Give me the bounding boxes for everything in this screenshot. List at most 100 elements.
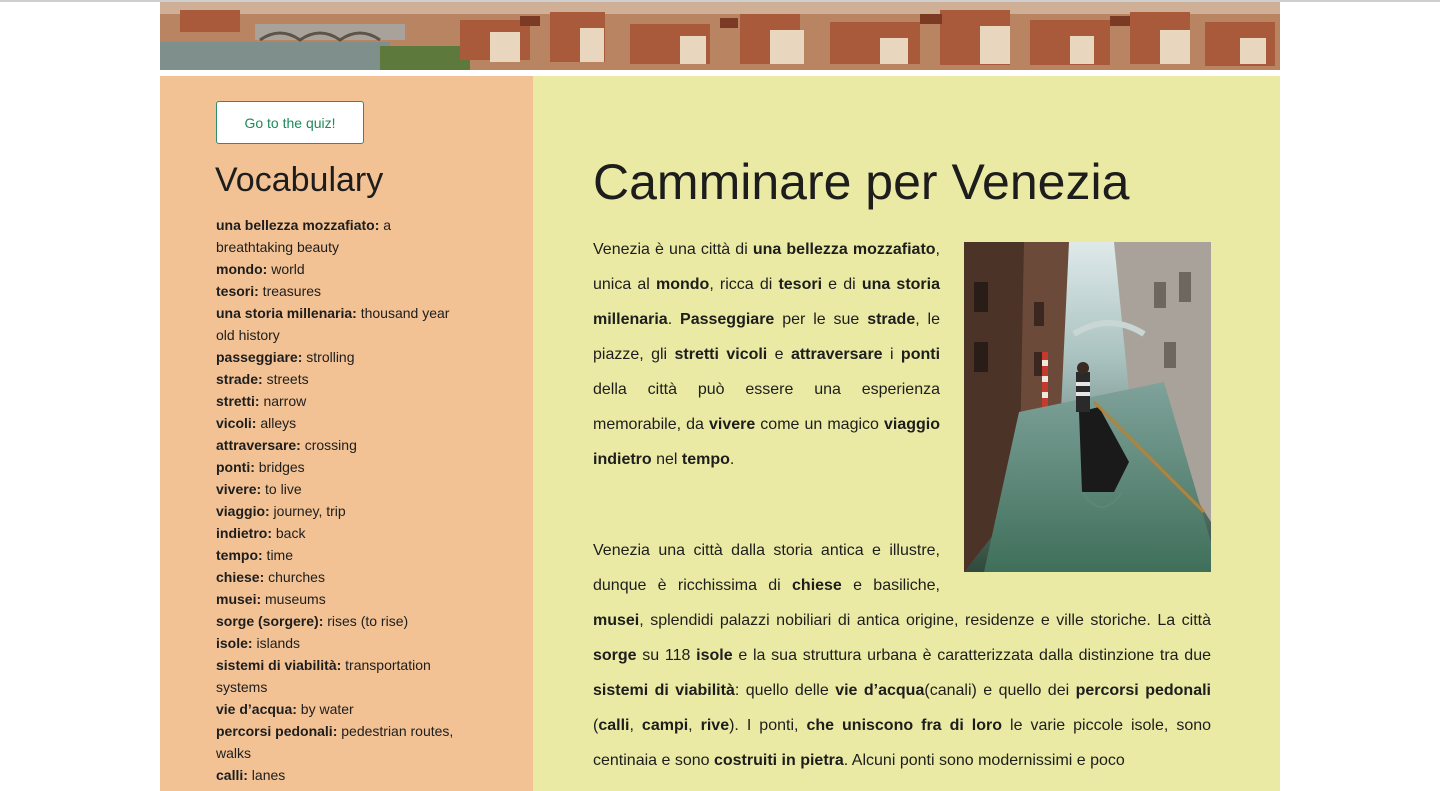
text-run: : quello delle: [734, 682, 836, 699]
vocabulary-item: vivere: to live: [216, 478, 466, 500]
text-run: e la sua struttura urbana è caratterizza…: [732, 647, 1211, 664]
article-body: Venezia è una città di una bellezza mozz…: [593, 232, 1211, 778]
vocabulary-term: sistemi di viabilità:: [216, 657, 342, 673]
vocabulary-meaning: islands: [252, 635, 301, 651]
text-run: e di: [822, 276, 862, 293]
vocabulary-highlight: vie d’acqua: [835, 682, 925, 699]
vocabulary-highlight: tempo: [681, 451, 730, 468]
vocabulary-term: vivere:: [216, 481, 262, 497]
vocabulary-term: una storia millenaria:: [216, 305, 357, 321]
text-run: come un magico: [755, 416, 884, 433]
vocabulary-term: isole:: [216, 635, 253, 651]
text-run: e basiliche,: [841, 577, 941, 594]
vocabulary-meaning: treasures: [258, 283, 322, 299]
vocabulary-highlight: mondo: [656, 276, 710, 293]
vocabulary-term: una bellezza mozzafiato:: [216, 217, 380, 233]
vocabulary-meaning: back: [272, 525, 306, 541]
vocabulary-item: attraversare: crossing: [216, 434, 466, 456]
vocabulary-item: isole: islands: [216, 632, 466, 654]
vocabulary-term: viaggio:: [216, 503, 270, 519]
vocabulary-highlight: costruiti in pietra: [713, 752, 844, 769]
vocabulary-term: mondo:: [216, 261, 268, 277]
vocabulary-term: tesori:: [216, 283, 259, 299]
vocabulary-highlight: musei: [593, 612, 640, 629]
vocabulary-meaning: strolling: [302, 349, 355, 365]
vocabulary-highlight: che uniscono fra di loro: [806, 717, 1003, 734]
vocabulary-term: passeggiare:: [216, 349, 303, 365]
vocabulary-item: strade: streets: [216, 368, 466, 390]
vocabulary-term: strade:: [216, 371, 263, 387]
vocabulary-meaning: crossing: [300, 437, 357, 453]
vocabulary-item: ponti: bridges: [216, 456, 466, 478]
vocabulary-highlight: attraversare: [790, 346, 883, 363]
vocabulary-item: sorge (sorgere): rises (to rise): [216, 610, 466, 632]
vocabulary-highlight: vivere: [708, 416, 756, 433]
go-to-quiz-button[interactable]: Go to the quiz!: [216, 101, 364, 144]
vocabulary-item: stretti: narrow: [216, 390, 466, 412]
vocabulary-item: calli: lanes: [216, 764, 466, 786]
article-title: Camminare per Venezia: [593, 154, 1130, 210]
header-banner-image: [160, 2, 1280, 70]
vocabulary-term: percorsi pedonali:: [216, 723, 338, 739]
vocabulary-term: chiese:: [216, 569, 265, 585]
vocabulary-item: vie d’acqua: by water: [216, 698, 466, 720]
vocabulary-item: mondo: world: [216, 258, 466, 280]
article-content: Camminare per Venezia Venezia è una citt…: [533, 76, 1280, 791]
vocabulary-item: una bellezza mozzafiato: a breathtaking …: [216, 214, 466, 258]
text-run: .: [729, 451, 735, 468]
vocabulary-meaning: museums: [261, 591, 326, 607]
vocabulary-item: tempo: time: [216, 544, 466, 566]
vocabulary-highlight: calli: [598, 717, 630, 734]
vocabulary-meaning: by water: [296, 701, 354, 717]
vocabulary-highlight: sorge: [593, 647, 637, 664]
vocabulary-highlight: una bellezza mozzafiato: [752, 241, 936, 258]
vocabulary-meaning: alleys: [256, 415, 297, 431]
vocabulary-meaning: narrow: [259, 393, 307, 409]
vocabulary-term: musei:: [216, 591, 262, 607]
vocabulary-item: viaggio: journey, trip: [216, 500, 466, 522]
text-run: i: [882, 346, 901, 363]
vocabulary-heading: Vocabulary: [215, 161, 384, 199]
vocabulary-term: sorge (sorgere):: [216, 613, 324, 629]
text-run: su 118: [636, 647, 697, 664]
text-run: , ricca di: [709, 276, 779, 293]
vocabulary-highlight: isole: [696, 647, 733, 664]
vocabulary-highlight: Passeggiare: [680, 311, 775, 328]
vocabulary-highlight: percorsi pedonali: [1075, 682, 1211, 699]
page-container: Go to the quiz! Vocabulary una bellezza …: [160, 2, 1280, 791]
vocabulary-term: vicoli:: [216, 415, 257, 431]
vocabulary-item: percorsi pedonali: pedestrian routes, wa…: [216, 720, 466, 764]
vocabulary-item: vicoli: alleys: [216, 412, 466, 434]
vocabulary-highlight: rive: [700, 717, 730, 734]
vocabulary-meaning: rises (to rise): [323, 613, 409, 629]
text-run: ,: [629, 717, 642, 734]
vocabulary-list: una bellezza mozzafiato: a breathtaking …: [216, 214, 466, 786]
vocabulary-term: stretti:: [216, 393, 260, 409]
text-run: per le sue: [774, 311, 868, 328]
vocabulary-highlight: ponti: [900, 346, 941, 363]
text-run: . Alcuni ponti sono modernissimi e: [843, 752, 1091, 769]
vocabulary-term: tempo:: [216, 547, 263, 563]
vocabulary-highlight: stretti vicoli: [674, 346, 768, 363]
vocabulary-highlight: chiese: [792, 577, 842, 594]
text-run: ,: [688, 717, 701, 734]
text-run: poco: [1090, 752, 1125, 769]
vocabulary-meaning: time: [262, 547, 294, 563]
text-run: ). I ponti,: [729, 717, 807, 734]
vocabulary-item: passeggiare: strolling: [216, 346, 466, 368]
vocabulary-highlight: sistemi di viabilità: [593, 682, 735, 699]
vocabulary-meaning: bridges: [254, 459, 305, 475]
vocabulary-term: vie d’acqua:: [216, 701, 297, 717]
text-run: (canali) e quello dei: [924, 682, 1076, 699]
text-run: nel: [651, 451, 682, 468]
text-run: .: [667, 311, 681, 328]
vocabulary-term: calli:: [216, 767, 248, 783]
vocabulary-item: musei: museums: [216, 588, 466, 610]
vocabulary-item: una storia millenaria: thousand year old…: [216, 302, 466, 346]
vocabulary-meaning: world: [267, 261, 305, 277]
photo-float-spacer: [940, 232, 1211, 577]
vocabulary-item: chiese: churches: [216, 566, 466, 588]
vocabulary-item: sistemi di viabilità: transportation sys…: [216, 654, 466, 698]
vocabulary-meaning: streets: [262, 371, 309, 387]
vocabulary-term: ponti:: [216, 459, 255, 475]
